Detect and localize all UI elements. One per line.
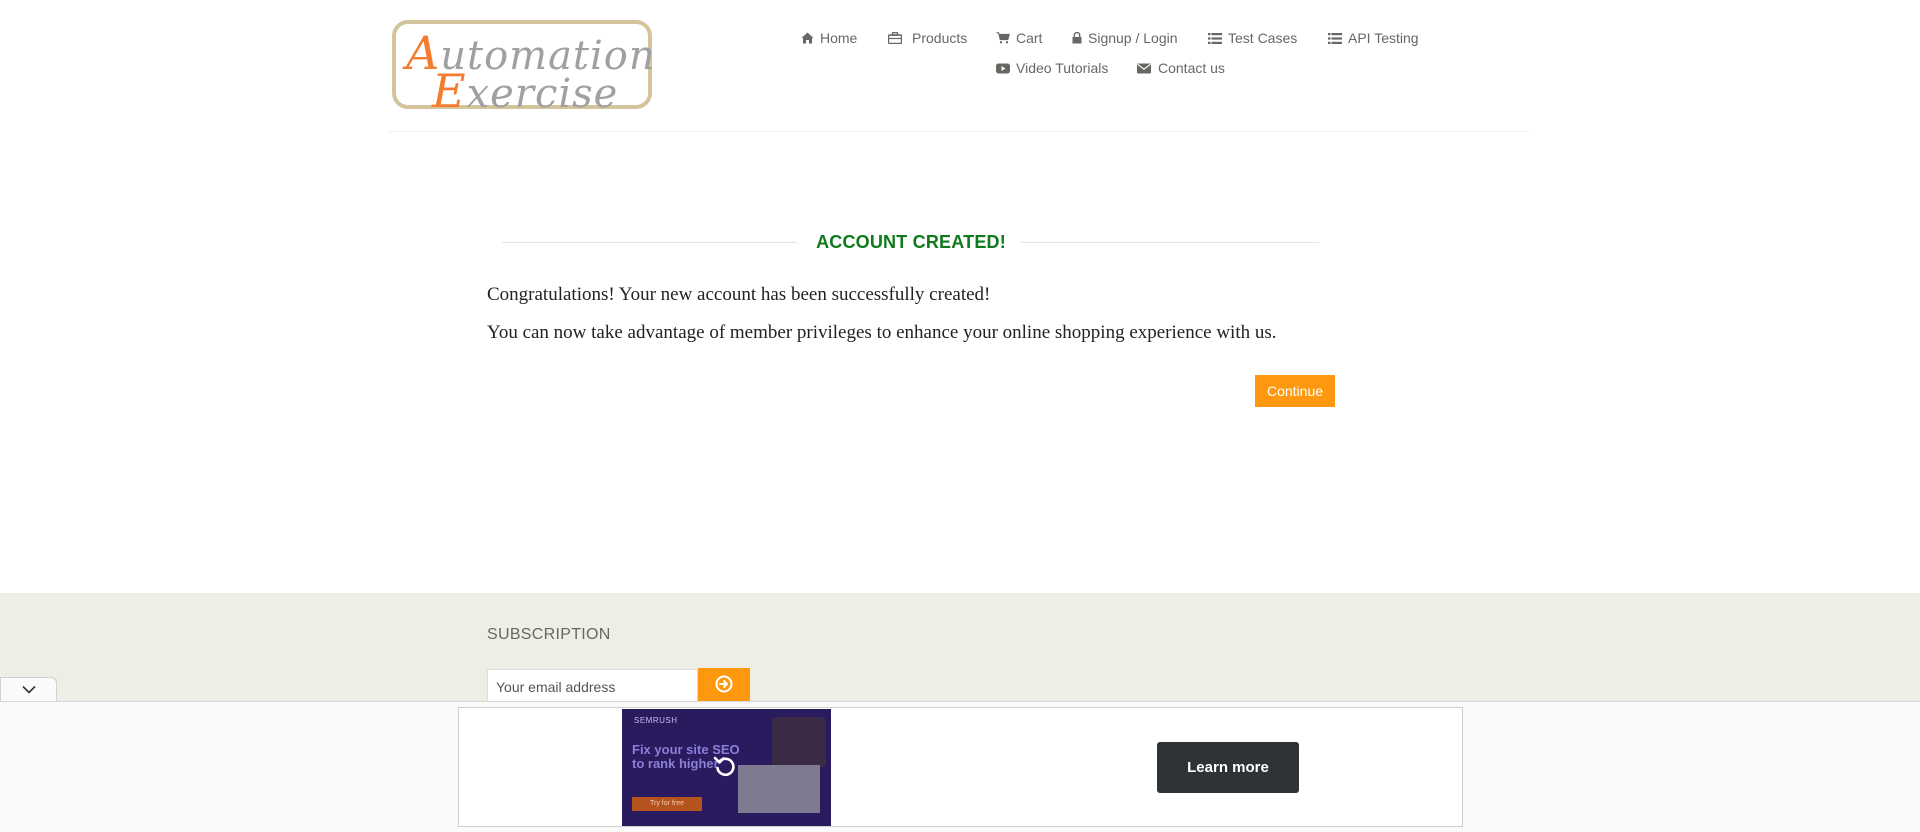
- arrow-circle-right-icon: [715, 675, 733, 696]
- title-rule-right: [1021, 242, 1319, 243]
- nav-video-label: Video Tutorials: [1016, 60, 1109, 76]
- subscription-title: SUBSCRIPTION: [487, 626, 611, 643]
- nav-cart[interactable]: Cart: [996, 30, 1042, 46]
- list-icon: [1208, 31, 1222, 45]
- nav-signup-label: Signup / Login: [1088, 30, 1178, 46]
- subscribe-button[interactable]: [698, 668, 750, 703]
- cart-icon: [996, 31, 1010, 45]
- logo-line-2-rest: xercise: [466, 71, 619, 117]
- envelope-icon: [1137, 61, 1151, 75]
- nav-video-tutorials[interactable]: Video Tutorials: [996, 60, 1108, 76]
- learn-more-button[interactable]: Learn more: [1157, 742, 1299, 793]
- list-icon: [1328, 31, 1342, 45]
- ad-dashboard-card: [738, 765, 820, 813]
- ad-mini-button: Try for free: [632, 797, 702, 811]
- ad-frame: [458, 707, 1463, 827]
- nav-cart-label: Cart: [1016, 30, 1043, 46]
- logo-line-2: Exercise: [432, 64, 618, 118]
- site-logo[interactable]: Automation Exercise: [392, 20, 655, 118]
- chevron-down-icon: [21, 681, 36, 699]
- nav-signup-login[interactable]: Signup / Login: [1070, 30, 1178, 46]
- replay-icon[interactable]: [712, 753, 738, 784]
- nav-products[interactable]: Products: [888, 30, 967, 46]
- nav-home[interactable]: Home: [800, 30, 857, 46]
- nav-contact-label: Contact us: [1158, 60, 1225, 76]
- ad-photo: [772, 717, 826, 767]
- nav-products-label: Products: [912, 30, 968, 46]
- logo-initial-e: E: [432, 64, 467, 118]
- nav-api-testing[interactable]: API Testing: [1328, 30, 1419, 46]
- briefcase-icon: [888, 31, 902, 45]
- lock-icon: [1070, 31, 1084, 45]
- continue-button[interactable]: Continue: [1255, 375, 1335, 407]
- account-created-title: ACCOUNT CREATED!: [816, 232, 1006, 252]
- youtube-icon: [996, 61, 1010, 75]
- header-divider: [388, 131, 1530, 132]
- site-header: Automation Exercise Home Products Cart S…: [0, 0, 1920, 133]
- privileges-message: You can now take advantage of member pri…: [487, 322, 1277, 343]
- nav-home-label: Home: [820, 30, 858, 46]
- title-rule-left: [502, 242, 797, 243]
- nav-test-cases[interactable]: Test Cases: [1208, 30, 1297, 46]
- ad-collapse-toggle[interactable]: [0, 677, 57, 702]
- success-message: Congratulations! Your new account has be…: [487, 284, 991, 305]
- subscription-email-input[interactable]: [487, 669, 698, 704]
- ad-creative[interactable]: SEMRUSH Fix your site SEO to rank higher…: [622, 709, 831, 826]
- home-icon: [800, 31, 814, 45]
- nav-test-cases-label: Test Cases: [1228, 30, 1298, 46]
- ad-brand-label: SEMRUSH: [634, 716, 678, 725]
- nav-contact-us[interactable]: Contact us: [1137, 60, 1225, 76]
- nav-api-testing-label: API Testing: [1348, 30, 1419, 46]
